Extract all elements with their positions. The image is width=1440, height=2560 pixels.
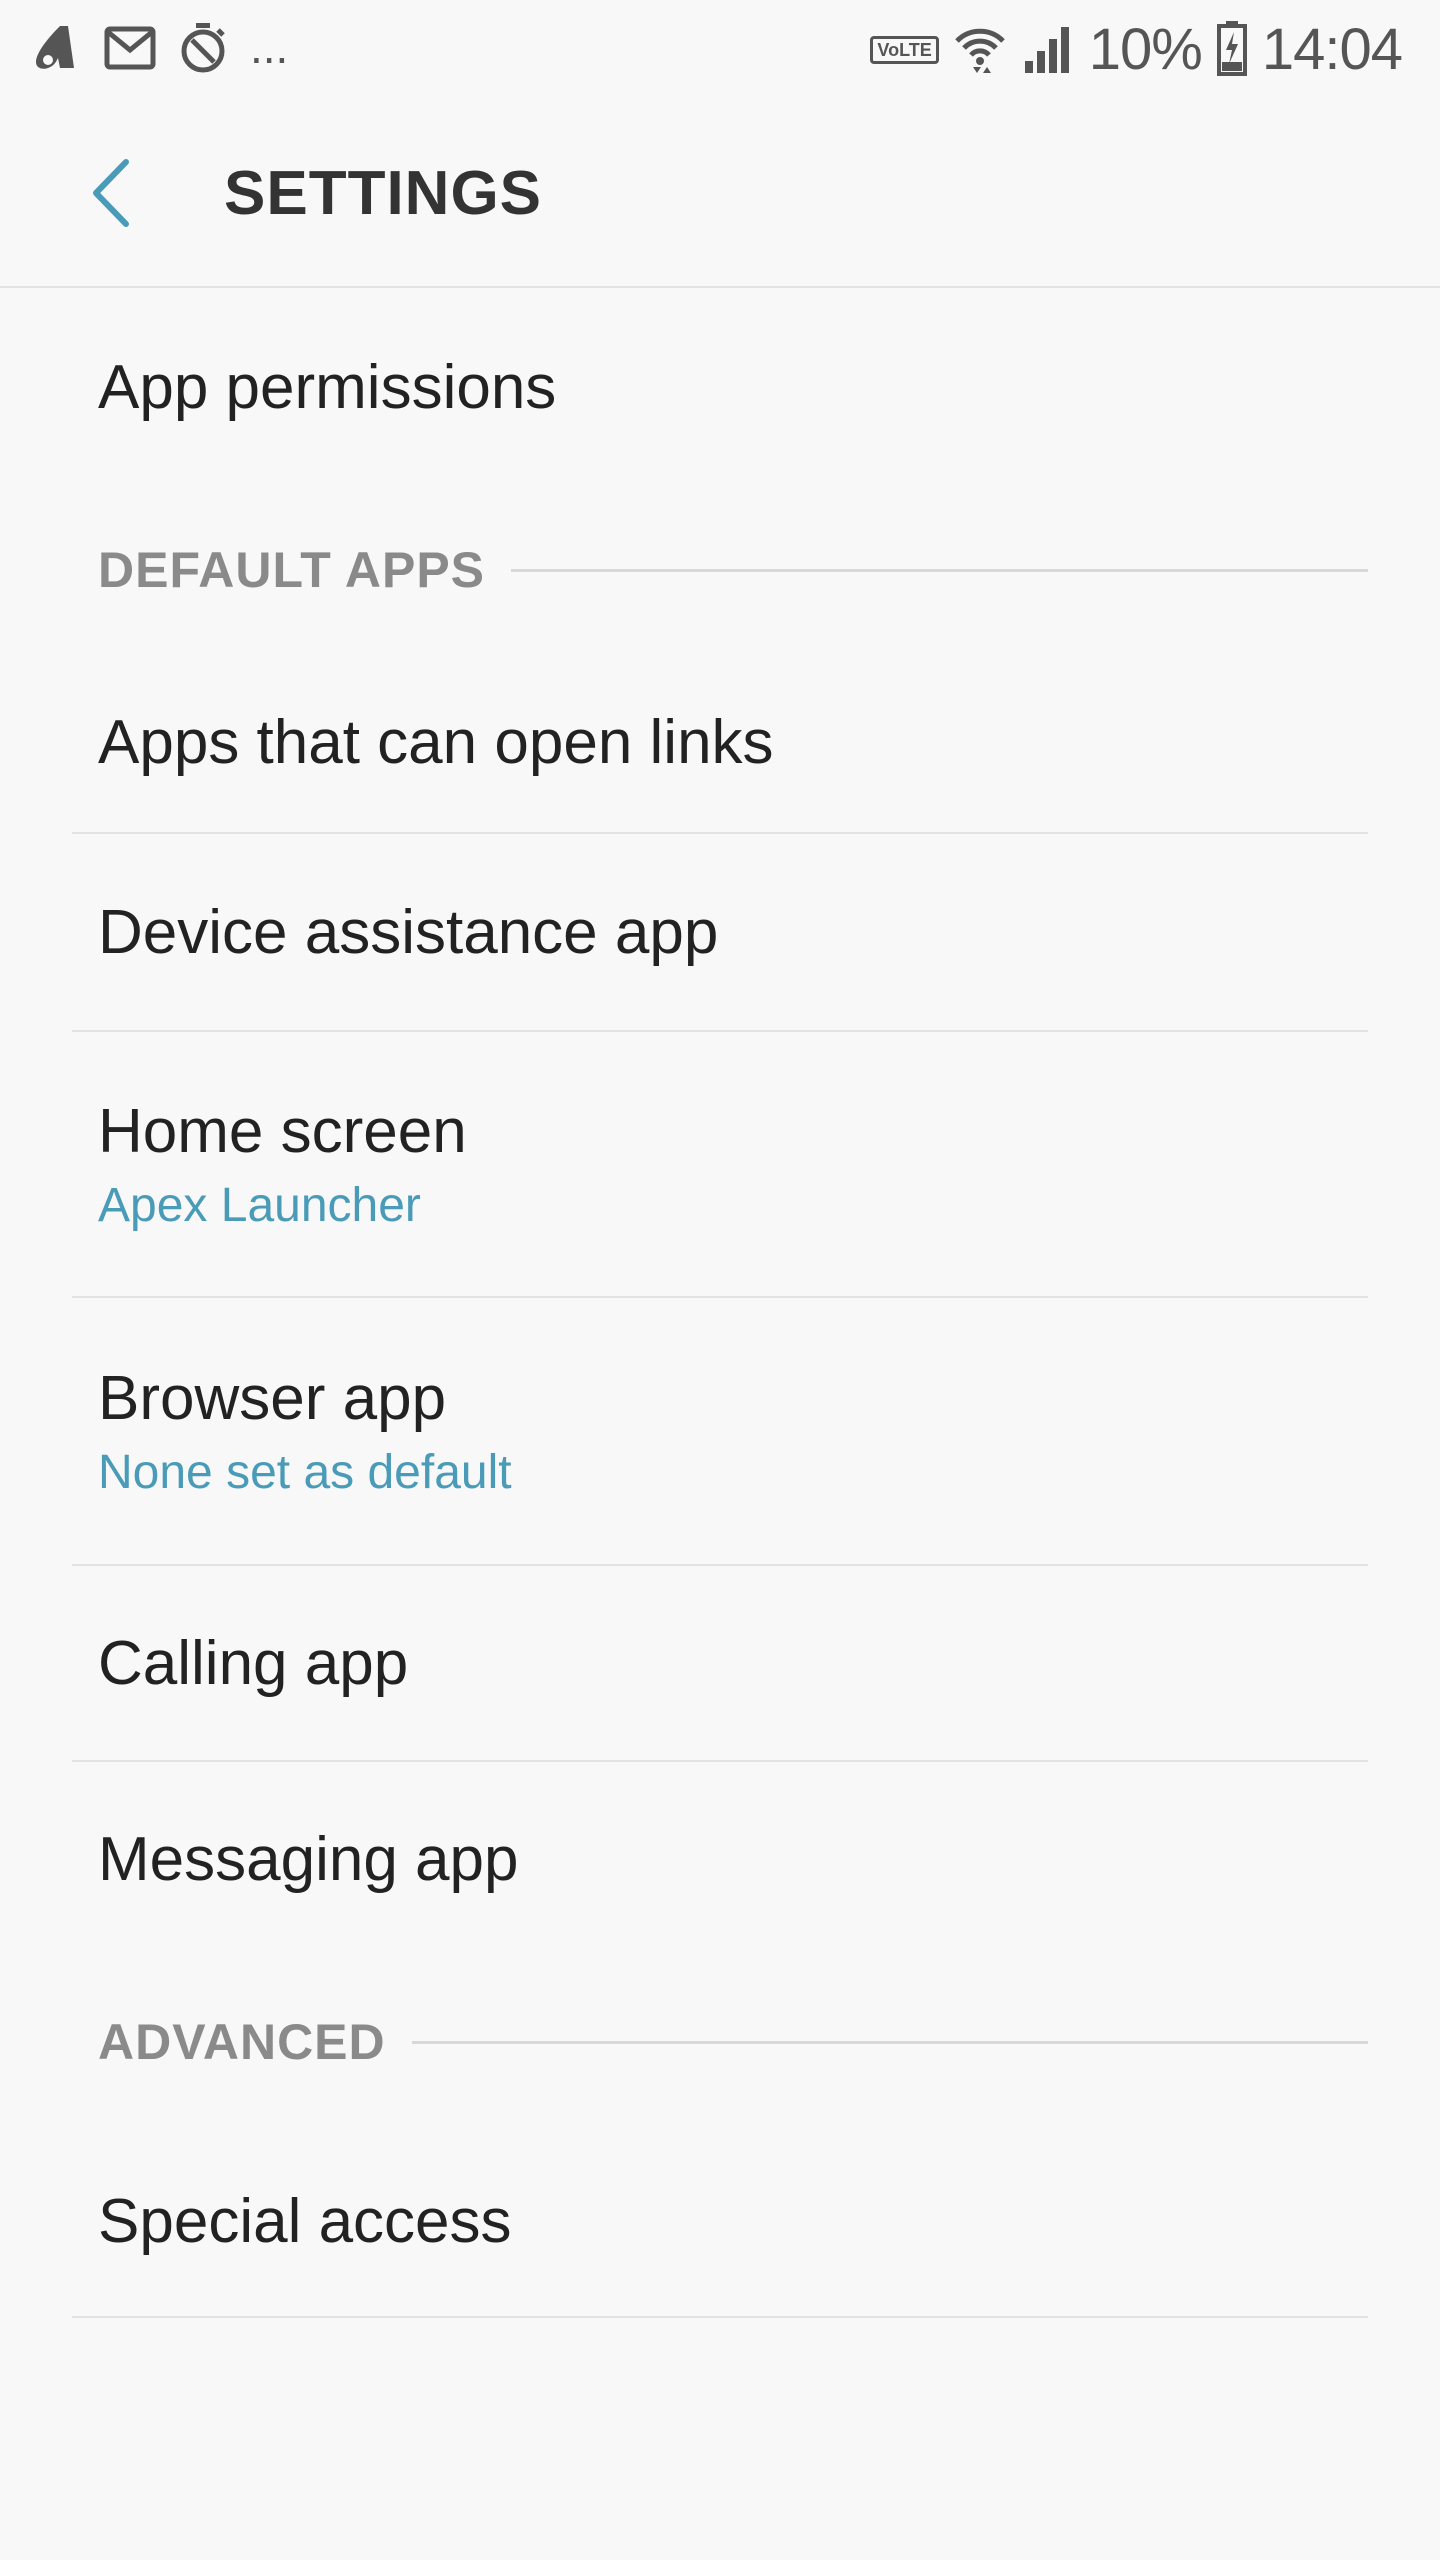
item-title: Special access	[98, 2187, 512, 2256]
page-title: SETTINGS	[224, 159, 543, 228]
section-label: ADVANCED	[98, 2014, 386, 2070]
more-notifications-indicator: ...	[250, 20, 289, 73]
section-label: DEFAULT APPS	[98, 542, 486, 598]
wifi-icon	[953, 21, 1007, 80]
section-default-apps: DEFAULT APPS	[0, 488, 1440, 652]
special-access-item[interactable]: Special access	[0, 2126, 1440, 2318]
status-clock: 14:04	[1261, 17, 1403, 82]
app-notification-icon	[30, 22, 82, 79]
apps-open-links-item[interactable]: Apps that can open links	[0, 652, 1440, 834]
gmail-icon	[104, 26, 156, 75]
status-right-icons: VoLTE 10% 14:04	[870, 17, 1403, 82]
item-title: Calling app	[98, 1629, 409, 1698]
back-button[interactable]	[70, 150, 150, 240]
chevron-left-icon	[88, 158, 132, 233]
signal-icon	[1021, 21, 1075, 80]
status-bar: ... VoLTE 10% 14:04	[0, 0, 1440, 100]
timer-icon	[178, 22, 228, 79]
item-title: Home screen	[98, 1097, 467, 1166]
browser-app-item[interactable]: Browser app None set as default	[0, 1298, 1440, 1566]
item-subtitle: Apex Launcher	[98, 1179, 421, 1232]
messaging-app-item[interactable]: Messaging app	[0, 1762, 1440, 1958]
battery-icon	[1216, 20, 1248, 81]
section-divider	[411, 2040, 1368, 2044]
home-screen-item[interactable]: Home screen Apex Launcher	[0, 1032, 1440, 1298]
calling-app-item[interactable]: Calling app	[0, 1566, 1440, 1762]
item-title: App permissions	[98, 353, 557, 422]
section-divider	[511, 568, 1368, 572]
device-assistance-item[interactable]: Device assistance app	[0, 834, 1440, 1032]
item-title: Apps that can open links	[98, 708, 774, 777]
battery-percent: 10%	[1088, 17, 1203, 82]
volte-icon: VoLTE	[870, 36, 939, 64]
item-title: Browser app	[98, 1364, 447, 1433]
app-bar: SETTINGS	[0, 100, 1440, 288]
app-permissions-item[interactable]: App permissions	[0, 288, 1440, 488]
settings-list: App permissions DEFAULT APPS Apps that c…	[0, 288, 1440, 2318]
item-title: Device assistance app	[98, 898, 719, 967]
item-subtitle: None set as default	[98, 1446, 512, 1499]
settings-screen: ... VoLTE 10% 14:04 SETTINGS App permiss…	[0, 0, 1440, 2560]
status-left-icons: ...	[30, 22, 288, 79]
section-advanced: ADVANCED	[0, 1958, 1440, 2126]
item-title: Messaging app	[98, 1825, 519, 1894]
